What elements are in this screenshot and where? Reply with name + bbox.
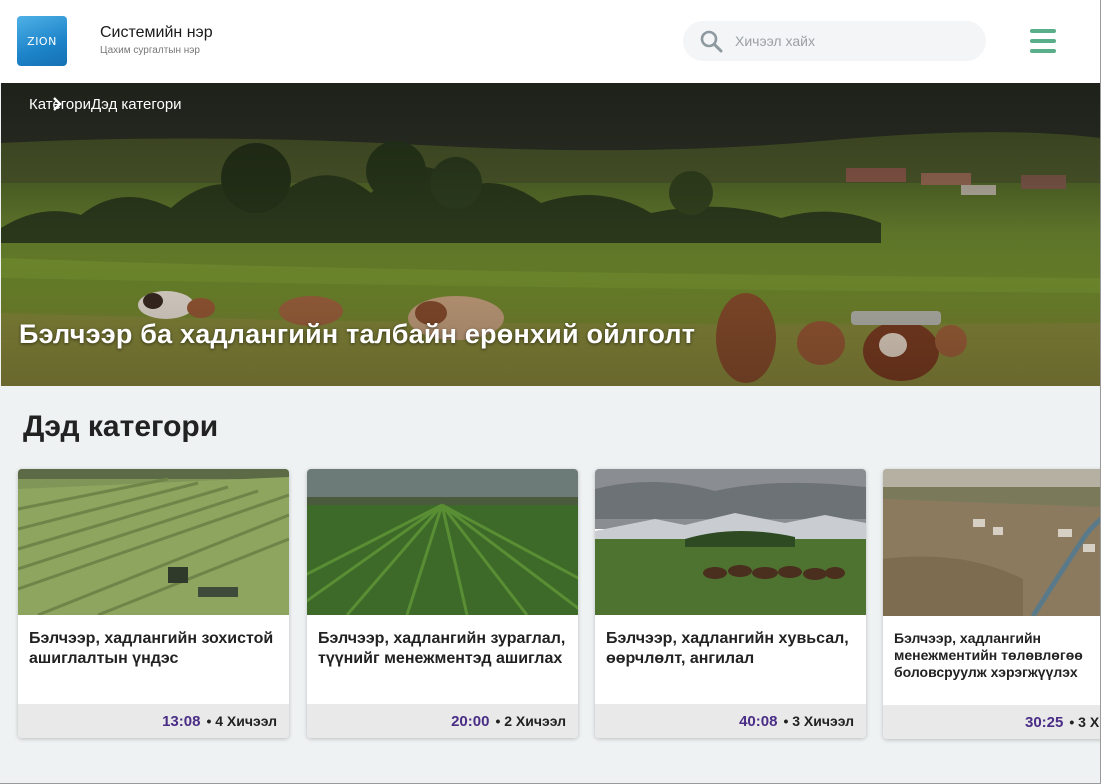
lesson-count: • 3 Хичээл xyxy=(1069,714,1100,730)
course-duration: 40:08 xyxy=(739,712,778,730)
course-duration: 13:08 xyxy=(162,712,201,730)
lesson-count: • 4 Хичээл xyxy=(206,713,277,729)
course-card[interactable]: Бэлчээр, хадлангийн хувьсал, өөрчлөлт, а… xyxy=(595,469,866,738)
lesson-count: • 2 Хичээл xyxy=(495,713,566,729)
course-thumbnail-aerial-river xyxy=(883,469,1100,616)
course-card[interactable]: Бэлчээр, хадлангийн менежментийн төлөвлө… xyxy=(883,469,1100,739)
course-duration: 30:25 xyxy=(1025,713,1064,731)
app-frame: ZION Системийн нэр Цахим сургалтын нэр Х… xyxy=(0,0,1101,784)
course-title: Бэлчээр, хадлангийн зураглал, түүнийг ме… xyxy=(318,630,566,667)
course-meta: 30:25 • 3 Хичээл xyxy=(883,705,1100,739)
course-title: Бэлчээр, хадлангийн менежментийн төлөвлө… xyxy=(894,630,1083,680)
breadcrumb: Категори Дэд категори xyxy=(29,96,182,113)
section-title: Дэд категори xyxy=(23,410,219,443)
course-card[interactable]: Бэлчээр, хадлангийн зохистой ашиглалтын … xyxy=(18,469,289,738)
logo-text: ZION xyxy=(27,34,57,48)
course-title: Бэлчээр, хадлангийн хувьсал, өөрчлөлт, а… xyxy=(606,630,849,667)
hero-banner: Категори Дэд категори Бэлчээр ба хадланг… xyxy=(1,83,1100,386)
course-thumbnail-mowed-field xyxy=(18,469,289,615)
course-thumbnail-horses-steppe xyxy=(595,469,866,615)
chevron-right-icon xyxy=(53,97,62,111)
breadcrumb-subcategory[interactable]: Дэд категори xyxy=(91,96,182,113)
course-duration: 20:00 xyxy=(451,712,490,730)
course-meta: 20:00 • 2 Хичээл xyxy=(307,704,578,738)
search-icon[interactable] xyxy=(699,29,723,53)
hamburger-menu-icon[interactable] xyxy=(1030,29,1056,53)
system-subtitle: Цахим сургалтын нэр xyxy=(100,45,200,56)
hero-title: Бэлчээр ба хадлангийн талбайн ерөнхий ой… xyxy=(19,319,696,349)
course-thumbnail-crop-rows xyxy=(307,469,578,615)
search-box xyxy=(683,21,986,61)
lesson-count: • 3 Хичээл xyxy=(783,713,854,729)
course-meta: 13:08 • 4 Хичээл xyxy=(18,704,289,738)
course-title: Бэлчээр, хадлангийн зохистой ашиглалтын … xyxy=(29,630,274,667)
top-header: ZION Системийн нэр Цахим сургалтын нэр xyxy=(0,0,1100,83)
system-name: Системийн нэр xyxy=(100,24,213,41)
search-input[interactable] xyxy=(735,21,975,61)
logo[interactable]: ZION xyxy=(17,16,67,66)
course-meta: 40:08 • 3 Хичээл xyxy=(595,704,866,738)
course-card[interactable]: Бэлчээр, хадлангийн зураглал, түүнийг ме… xyxy=(307,469,578,738)
